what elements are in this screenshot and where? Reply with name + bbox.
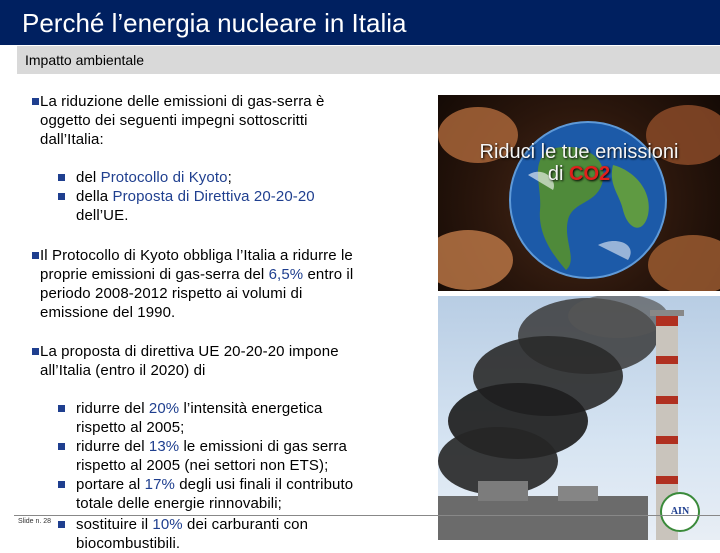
text-line: La proposta di direttiva UE 20-20-20 imp…	[40, 343, 339, 360]
text: dei carburanti con	[182, 516, 309, 533]
text-line: dall’Italia:	[40, 131, 104, 148]
text: degli usi finali il contributo	[174, 476, 354, 493]
text: ridurre del	[76, 400, 149, 417]
highlight-text: 17%	[144, 476, 175, 493]
text-line: totale delle energie rinnovabili;	[76, 495, 282, 512]
smokestack-image: AIN	[438, 296, 720, 540]
sub-bullet-kyoto: del Protocollo di Kyoto;	[76, 168, 232, 187]
ain-logo: AIN	[660, 492, 700, 532]
sub-bullet-direttiva: della Proposta di Direttiva 20-20-20 del…	[76, 187, 315, 225]
text-line: periodo 2008-2012 rispetto ai volumi di	[40, 285, 303, 302]
footer-divider	[14, 515, 720, 516]
slogan-text: di	[547, 163, 569, 185]
text: entro il	[303, 266, 354, 283]
sub-bullet-rinnovabili: portare al 17% degli usi finali il contr…	[76, 475, 353, 513]
highlight-text: 10%	[152, 516, 183, 533]
highlight-text: Protocollo di Kyoto	[100, 169, 228, 186]
globe-illustration	[438, 105, 720, 291]
text-line: rispetto al 2005;	[76, 419, 185, 436]
title-bar: Perché l’energia nucleare in Italia	[0, 0, 720, 45]
text-line: dell’UE.	[76, 207, 129, 224]
text: l’intensità energetica	[179, 400, 323, 417]
subtitle-bar: Impatto ambientale	[17, 46, 720, 74]
sub-bullet-carburanti: sostituire il 10% dei carburanti con bio…	[76, 515, 308, 553]
text-line: La riduzione delle emissioni di gas-serr…	[40, 93, 325, 110]
text: ;	[227, 169, 232, 186]
sub-bullet-icon	[58, 405, 65, 412]
text: del	[76, 169, 101, 186]
sub-bullet-icon	[58, 443, 65, 450]
text-line: biocombustibili.	[76, 535, 181, 552]
highlight-text: 13%	[148, 438, 180, 455]
text: proprie emissioni di gas-serra del	[40, 266, 269, 283]
text-line: all’Italia (entro il 2020) di	[40, 362, 206, 379]
globe-hands-image: Riduci le tue emissioni di CO2	[438, 95, 720, 291]
text: portare al	[76, 476, 145, 493]
text-line: oggetto dei seguenti impegni sottoscritt…	[40, 112, 308, 129]
text: le emissioni di gas serra	[179, 438, 347, 455]
text: ridurre del	[76, 438, 149, 455]
text: sostituire il	[76, 516, 153, 533]
co2-slogan: Riduci le tue emissioni di CO2	[438, 141, 720, 185]
bullet-2: Il Protocollo di Kyoto obbliga l’Italia …	[40, 246, 353, 322]
sub-bullet-icon	[58, 174, 65, 181]
sub-bullet-icon	[58, 521, 65, 528]
highlight-text: Proposta di Direttiva 20-20-20	[112, 188, 315, 205]
slide-number: Slide n. 28	[18, 518, 52, 525]
bullet-1: La riduzione delle emissioni di gas-serr…	[40, 92, 324, 149]
co2-highlight: CO2	[569, 163, 611, 185]
slide-title: Perché l’energia nucleare in Italia	[22, 8, 407, 38]
text-line: Il Protocollo di Kyoto obbliga l’Italia …	[40, 247, 353, 264]
bullet-3: La proposta di direttiva UE 20-20-20 imp…	[40, 342, 339, 380]
bullet-icon	[32, 348, 39, 355]
sub-bullet-intensita: ridurre del 20% l’intensità energetica r…	[76, 399, 322, 437]
highlight-text: 20%	[148, 400, 180, 417]
text: della	[76, 188, 113, 205]
sub-bullet-emissioni: ridurre del 13% le emissioni di gas serr…	[76, 437, 347, 475]
highlight-text: 6,5%	[268, 266, 304, 283]
text-line: rispetto al 2005 (nei settori non ETS);	[76, 457, 329, 474]
sub-bullet-icon	[58, 481, 65, 488]
slogan-line: Riduci le tue emissioni	[479, 141, 679, 163]
text-line: emissione del 1990.	[40, 304, 176, 321]
bullet-icon	[32, 252, 39, 259]
slide-subtitle: Impatto ambientale	[25, 52, 145, 68]
bullet-icon	[32, 98, 39, 105]
sub-bullet-icon	[58, 193, 65, 200]
